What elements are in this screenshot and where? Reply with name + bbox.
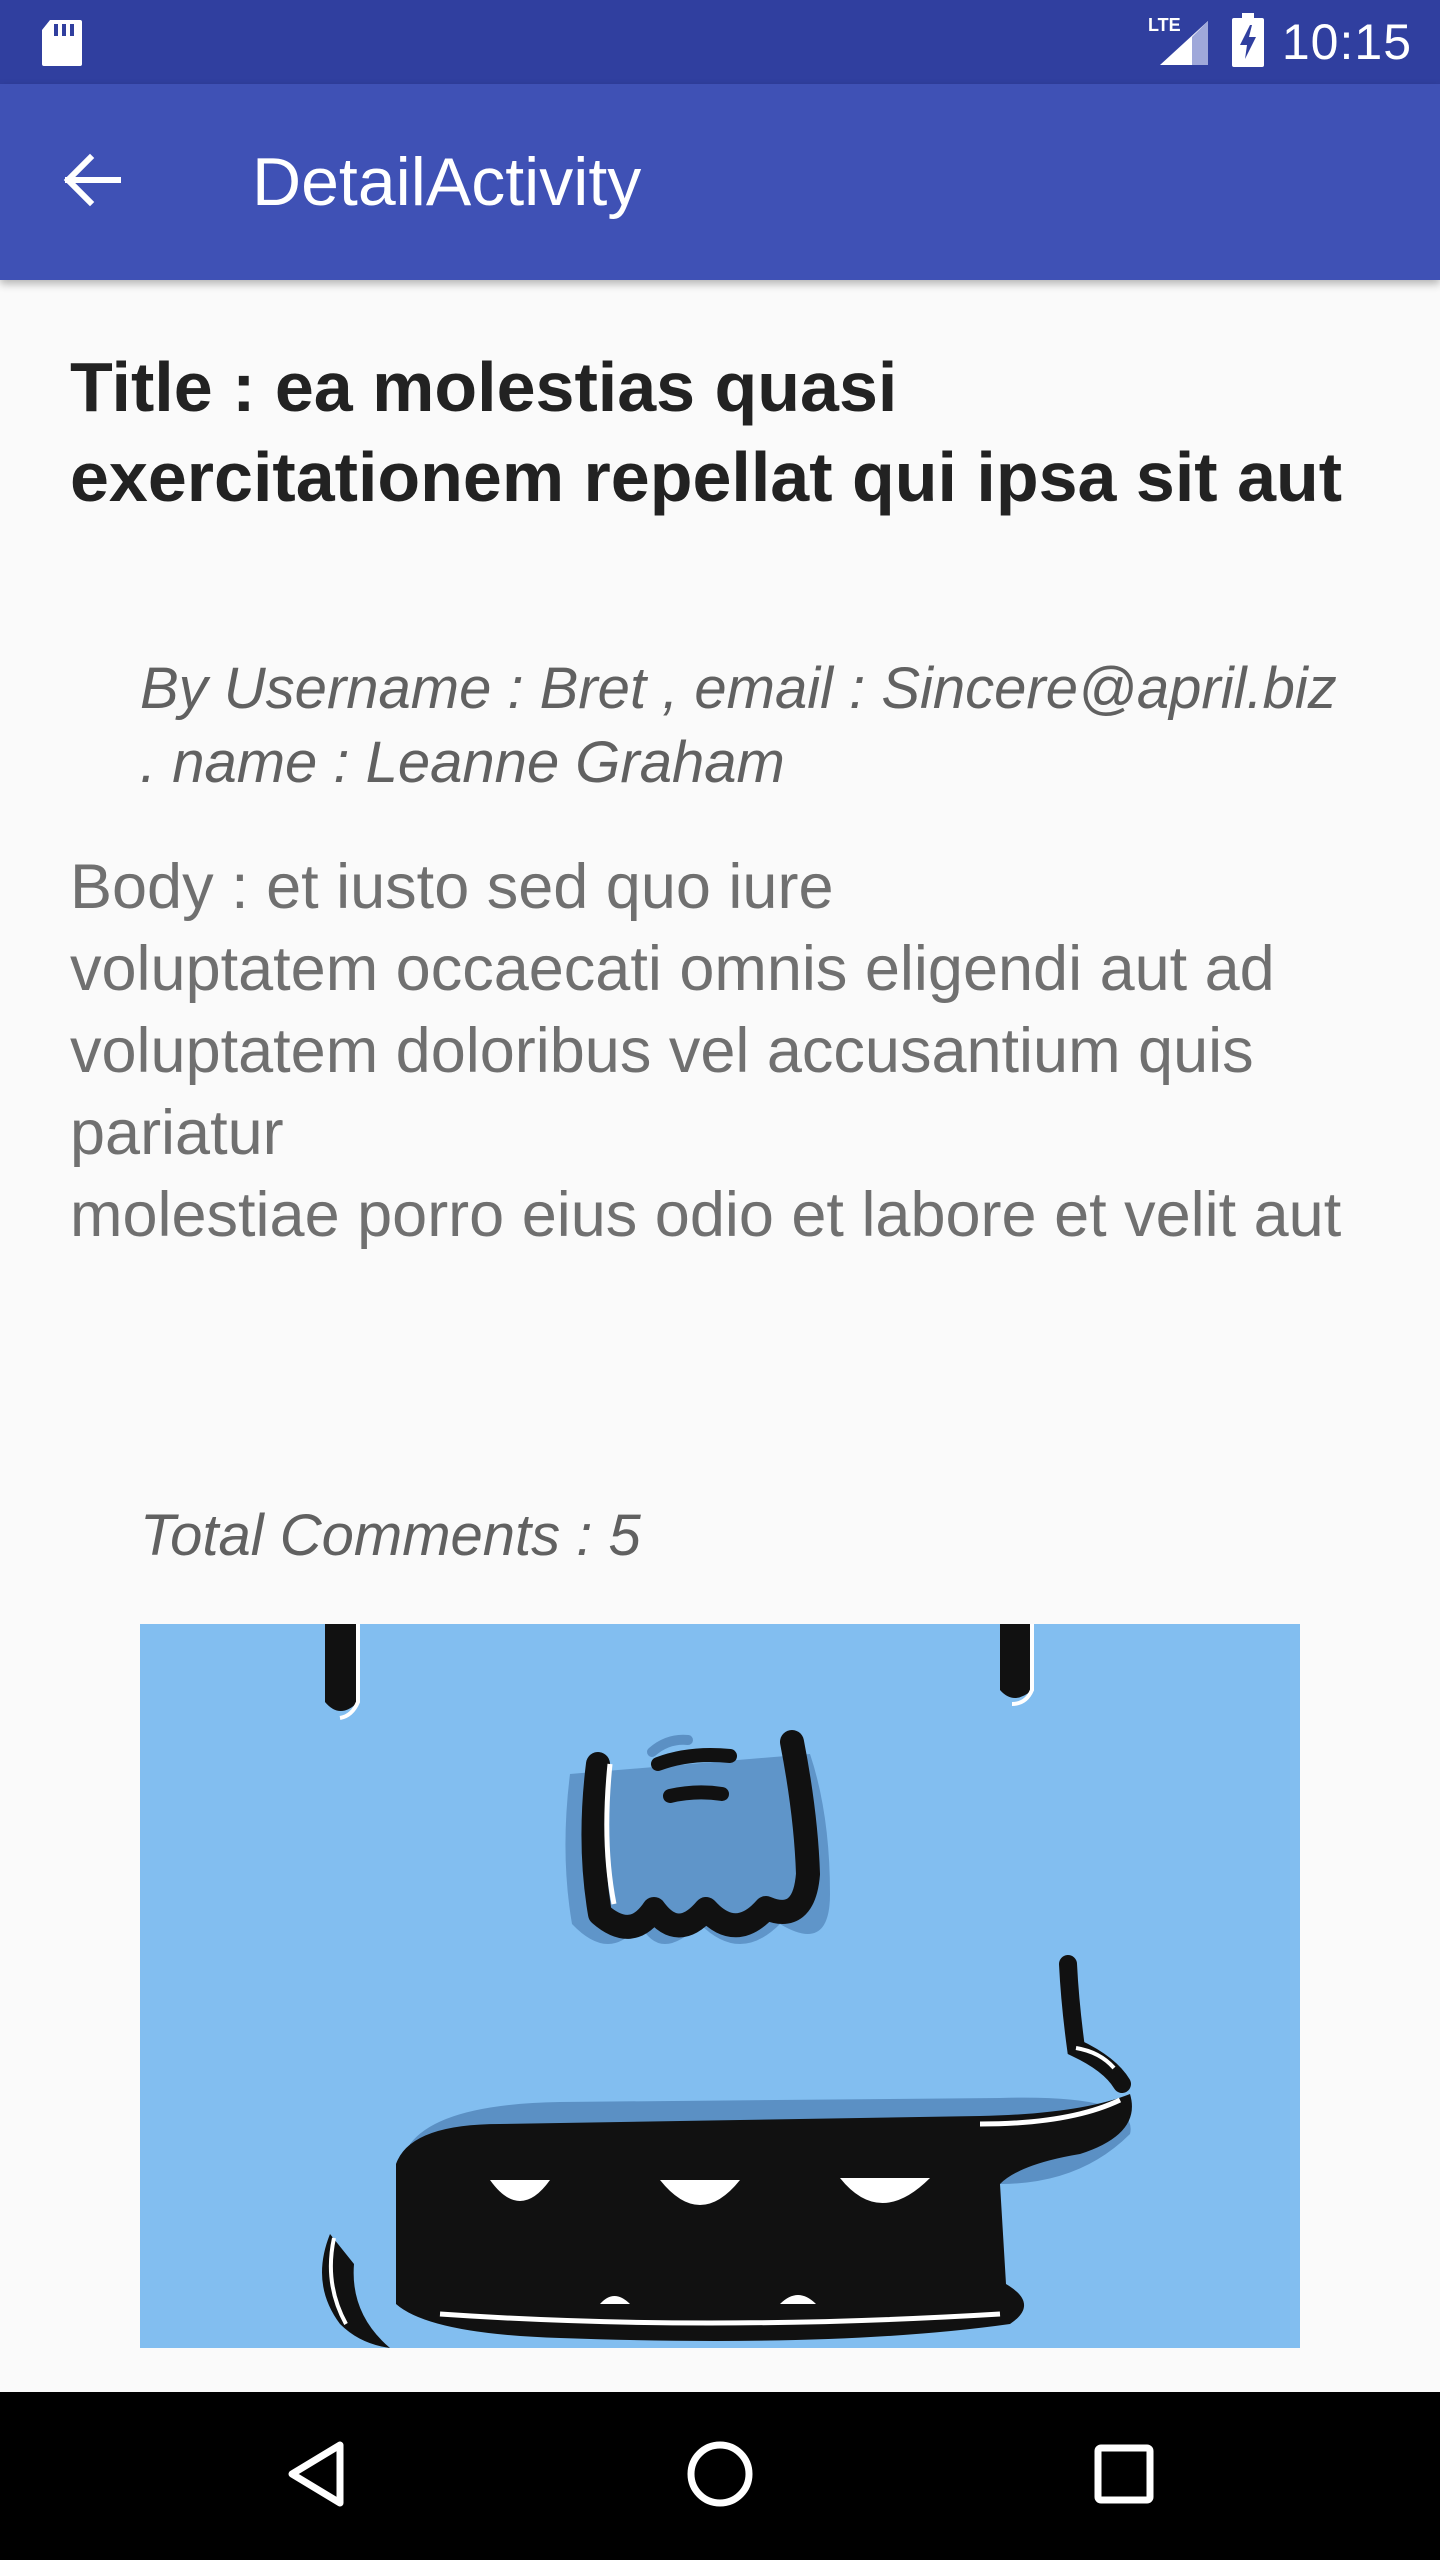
page-title: DetailActivity	[252, 144, 642, 220]
post-author-info: By Username : Bret , email : Sincere@apr…	[140, 656, 1337, 795]
post-title: Title : ea molestias quasi exercitatione…	[70, 348, 1343, 516]
cartoon-creature-illustration	[140, 1624, 1300, 2348]
arrow-back-icon	[60, 148, 124, 217]
lte-signal-icon: LTE	[1146, 13, 1210, 72]
total-comments-label: Total Comments : 5	[140, 1503, 641, 1568]
back-button[interactable]	[44, 134, 140, 230]
nav-recents-button[interactable]	[1064, 2416, 1184, 2536]
post-body: Body : et iusto sed quo iure voluptatem …	[70, 852, 1342, 1250]
post-image	[140, 1624, 1300, 2348]
system-nav-bar	[0, 2392, 1440, 2560]
sd-card-icon	[40, 18, 84, 73]
nav-recents-square-icon	[1093, 2443, 1155, 2510]
detail-content: Title : ea molestias quasi exercitatione…	[0, 280, 1440, 2392]
svg-text:LTE: LTE	[1148, 15, 1181, 35]
nav-home-circle-icon	[685, 2439, 755, 2514]
nav-home-button[interactable]	[660, 2416, 780, 2536]
battery-charging-icon	[1231, 12, 1264, 72]
nav-back-button[interactable]	[256, 2416, 376, 2536]
app-bar: DetailActivity	[0, 84, 1440, 280]
status-clock: 10:15	[1281, 14, 1412, 70]
status-bar: LTE 10:15	[0, 0, 1440, 84]
nav-back-triangle-icon	[284, 2439, 348, 2514]
